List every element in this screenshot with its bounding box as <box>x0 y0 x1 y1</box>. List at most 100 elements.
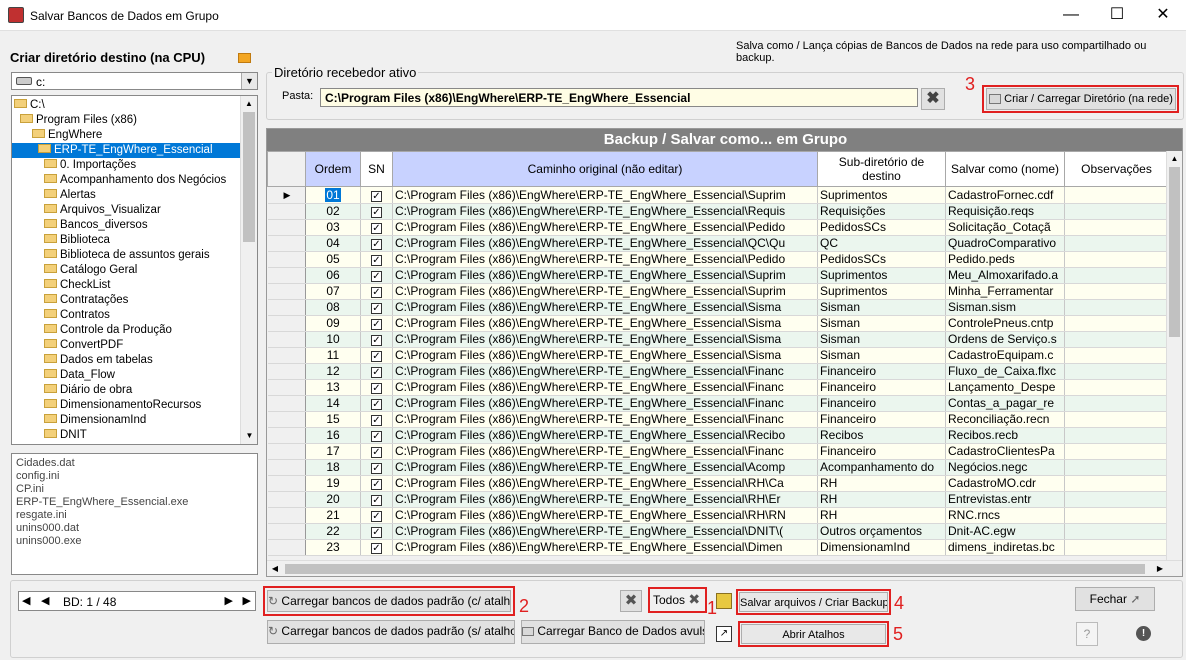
cell-caminho[interactable]: C:\Program Files (x86)\EngWhere\ERP-TE_E… <box>392 299 818 316</box>
row-indicator[interactable] <box>267 443 306 460</box>
cell-salvar-como[interactable]: Sisman.sism <box>945 299 1065 316</box>
cell-ordem[interactable]: 01 <box>305 186 361 204</box>
table-row[interactable]: 19 ✓ C:\Program Files (x86)\EngWhere\ERP-T… <box>267 475 1169 492</box>
tree-item[interactable]: C:\ <box>12 98 242 113</box>
cell-observacoes[interactable] <box>1064 299 1169 316</box>
cell-ordem[interactable]: 22 <box>305 523 361 540</box>
tree-item-selected[interactable]: ERP-TE_EngWhere_Essencial <box>12 143 242 158</box>
cell-observacoes[interactable] <box>1064 443 1169 460</box>
cell-salvar-como[interactable]: Fluxo_de_Caixa.flxc <box>945 363 1065 380</box>
table-row[interactable]: 03 ✓ C:\Program Files (x86)\EngWhere\ERP-T… <box>267 219 1169 236</box>
cell-sn[interactable]: ✓ <box>360 475 393 492</box>
cell-caminho[interactable]: C:\Program Files (x86)\EngWhere\ERP-TE_E… <box>392 475 818 492</box>
cell-sn[interactable]: ✓ <box>360 267 393 284</box>
table-row[interactable]: 11 ✓ C:\Program Files (x86)\EngWhere\ERP-T… <box>267 347 1169 364</box>
clear-pasta-button[interactable]: ✖ <box>921 88 945 110</box>
first-record-icon[interactable]: ◀ <box>22 594 30 607</box>
cell-ordem[interactable]: 13 <box>305 379 361 396</box>
row-indicator[interactable] <box>267 363 306 380</box>
last-record-icon[interactable]: ▶ <box>243 594 251 607</box>
scroll-right-icon[interactable]: ▶ <box>1152 561 1168 576</box>
cell-sn[interactable]: ✓ <box>360 251 393 268</box>
cell-salvar-como[interactable]: Meu_Almoxarifado.a <box>945 267 1065 284</box>
cell-subdir[interactable]: RH <box>817 475 946 492</box>
checkbox-checked[interactable]: ✓ <box>371 399 382 410</box>
carregar-avulso-button[interactable]: Carregar Banco de Dados avulso <box>521 620 705 644</box>
cell-subdir[interactable]: Financeiro <box>817 443 946 460</box>
row-indicator[interactable] <box>267 267 306 284</box>
checkbox-checked[interactable]: ✓ <box>371 190 382 202</box>
col-subdir[interactable]: Sub-diretório de destino <box>817 151 946 187</box>
checkbox-checked[interactable]: ✓ <box>371 351 382 362</box>
row-indicator[interactable] <box>267 411 306 428</box>
col-sn[interactable]: SN <box>360 151 393 187</box>
cell-observacoes[interactable] <box>1064 363 1169 380</box>
todos-button[interactable]: Todos ✖ <box>651 589 704 611</box>
cell-salvar-como[interactable]: Contas_a_pagar_re <box>945 395 1065 412</box>
cell-sn[interactable]: ✓ <box>360 219 393 236</box>
row-indicator[interactable] <box>267 347 306 364</box>
file-item[interactable]: unins000.exe <box>16 535 253 548</box>
cell-subdir[interactable]: Suprimentos <box>817 186 946 204</box>
cell-caminho[interactable]: C:\Program Files (x86)\EngWhere\ERP-TE_E… <box>392 443 818 460</box>
cell-ordem[interactable]: 07 <box>305 283 361 300</box>
tree-scrollbar[interactable]: ▲ ▼ <box>240 96 257 444</box>
row-indicator[interactable] <box>267 283 306 300</box>
cell-subdir[interactable]: PedidosSCs <box>817 251 946 268</box>
folder-tree[interactable]: C:\ Program Files (x86) EngWhere ERP-TE_Eng… <box>11 95 258 445</box>
cell-sn[interactable]: ✓ <box>360 186 393 204</box>
cell-sn[interactable]: ✓ <box>360 411 393 428</box>
cell-observacoes[interactable] <box>1064 219 1169 236</box>
tree-item[interactable]: Data_Flow <box>12 368 242 383</box>
checkbox-checked[interactable]: ✓ <box>371 511 382 522</box>
cell-caminho[interactable]: C:\Program Files (x86)\EngWhere\ERP-TE_E… <box>392 507 818 524</box>
row-indicator[interactable] <box>267 507 306 524</box>
cell-observacoes[interactable] <box>1064 379 1169 396</box>
table-row[interactable]: 12 ✓ C:\Program Files (x86)\EngWhere\ERP-T… <box>267 363 1169 380</box>
tree-item[interactable]: Bancos_diversos <box>12 218 242 233</box>
abrir-atalhos-button[interactable]: Abrir Atalhos <box>741 624 886 644</box>
cell-sn[interactable]: ✓ <box>360 523 393 540</box>
cell-ordem[interactable]: 02 <box>305 203 361 220</box>
record-navigator[interactable]: ◀ ◀ BD: 1 / 48 ▶ ▶ <box>18 591 256 611</box>
cell-salvar-como[interactable]: Lançamento_Despe <box>945 379 1065 396</box>
checkbox-checked[interactable]: ✓ <box>371 319 382 330</box>
cell-ordem[interactable]: 23 <box>305 539 361 556</box>
table-row[interactable]: 13 ✓ C:\Program Files (x86)\EngWhere\ERP-T… <box>267 379 1169 396</box>
cell-salvar-como[interactable]: Ordens de Serviço.s <box>945 331 1065 348</box>
shortcut-icon[interactable]: ↗ <box>716 626 732 642</box>
cell-subdir[interactable]: Sisman <box>817 299 946 316</box>
cell-caminho[interactable]: C:\Program Files (x86)\EngWhere\ERP-TE_E… <box>392 267 818 284</box>
scroll-up-icon[interactable]: ▲ <box>241 96 257 112</box>
checkbox-checked[interactable]: ✓ <box>371 223 382 234</box>
table-row[interactable]: 02 ✓ C:\Program Files (x86)\EngWhere\ERP-T… <box>267 203 1169 220</box>
cell-ordem[interactable]: 05 <box>305 251 361 268</box>
tree-item[interactable]: Alertas <box>12 188 242 203</box>
checkbox-checked[interactable]: ✓ <box>371 303 382 314</box>
cell-subdir[interactable]: Sisman <box>817 315 946 332</box>
cell-sn[interactable]: ✓ <box>360 539 393 556</box>
table-row[interactable]: 04 ✓ C:\Program Files (x86)\EngWhere\ERP-T… <box>267 235 1169 252</box>
row-indicator[interactable] <box>267 203 306 220</box>
table-row[interactable]: 23 ✓ C:\Program Files (x86)\EngWhere\ERP-T… <box>267 539 1169 556</box>
cell-ordem[interactable]: 09 <box>305 315 361 332</box>
cell-salvar-como[interactable]: CadastroFornec.cdf <box>945 186 1065 204</box>
tree-item[interactable]: Diário de obra <box>12 383 242 398</box>
carregar-c-button[interactable]: ↻ Carregar bancos de dados padrão (c/ at… <box>267 590 511 612</box>
save-disk-icon[interactable] <box>716 593 732 609</box>
table-row[interactable]: 05 ✓ C:\Program Files (x86)\EngWhere\ERP-T… <box>267 251 1169 268</box>
file-item[interactable]: ERP-TE_EngWhere_Essencial.exe <box>16 496 253 509</box>
cell-subdir[interactable]: PedidosSCs <box>817 219 946 236</box>
tree-item[interactable]: Contratos <box>12 308 242 323</box>
cell-caminho[interactable]: C:\Program Files (x86)\EngWhere\ERP-TE_E… <box>392 491 818 508</box>
cell-subdir[interactable]: Requisições <box>817 203 946 220</box>
cell-ordem[interactable]: 11 <box>305 347 361 364</box>
cell-subdir[interactable]: DimensionamInd <box>817 539 946 556</box>
file-item[interactable]: unins000.dat <box>16 522 253 535</box>
cell-ordem[interactable]: 04 <box>305 235 361 252</box>
cell-salvar-como[interactable]: QuadroComparativo <box>945 235 1065 252</box>
table-row[interactable]: 21 ✓ C:\Program Files (x86)\EngWhere\ERP-T… <box>267 507 1169 524</box>
info-icon[interactable]: ! <box>1136 626 1151 641</box>
cell-sn[interactable]: ✓ <box>360 299 393 316</box>
row-indicator[interactable] <box>267 395 306 412</box>
